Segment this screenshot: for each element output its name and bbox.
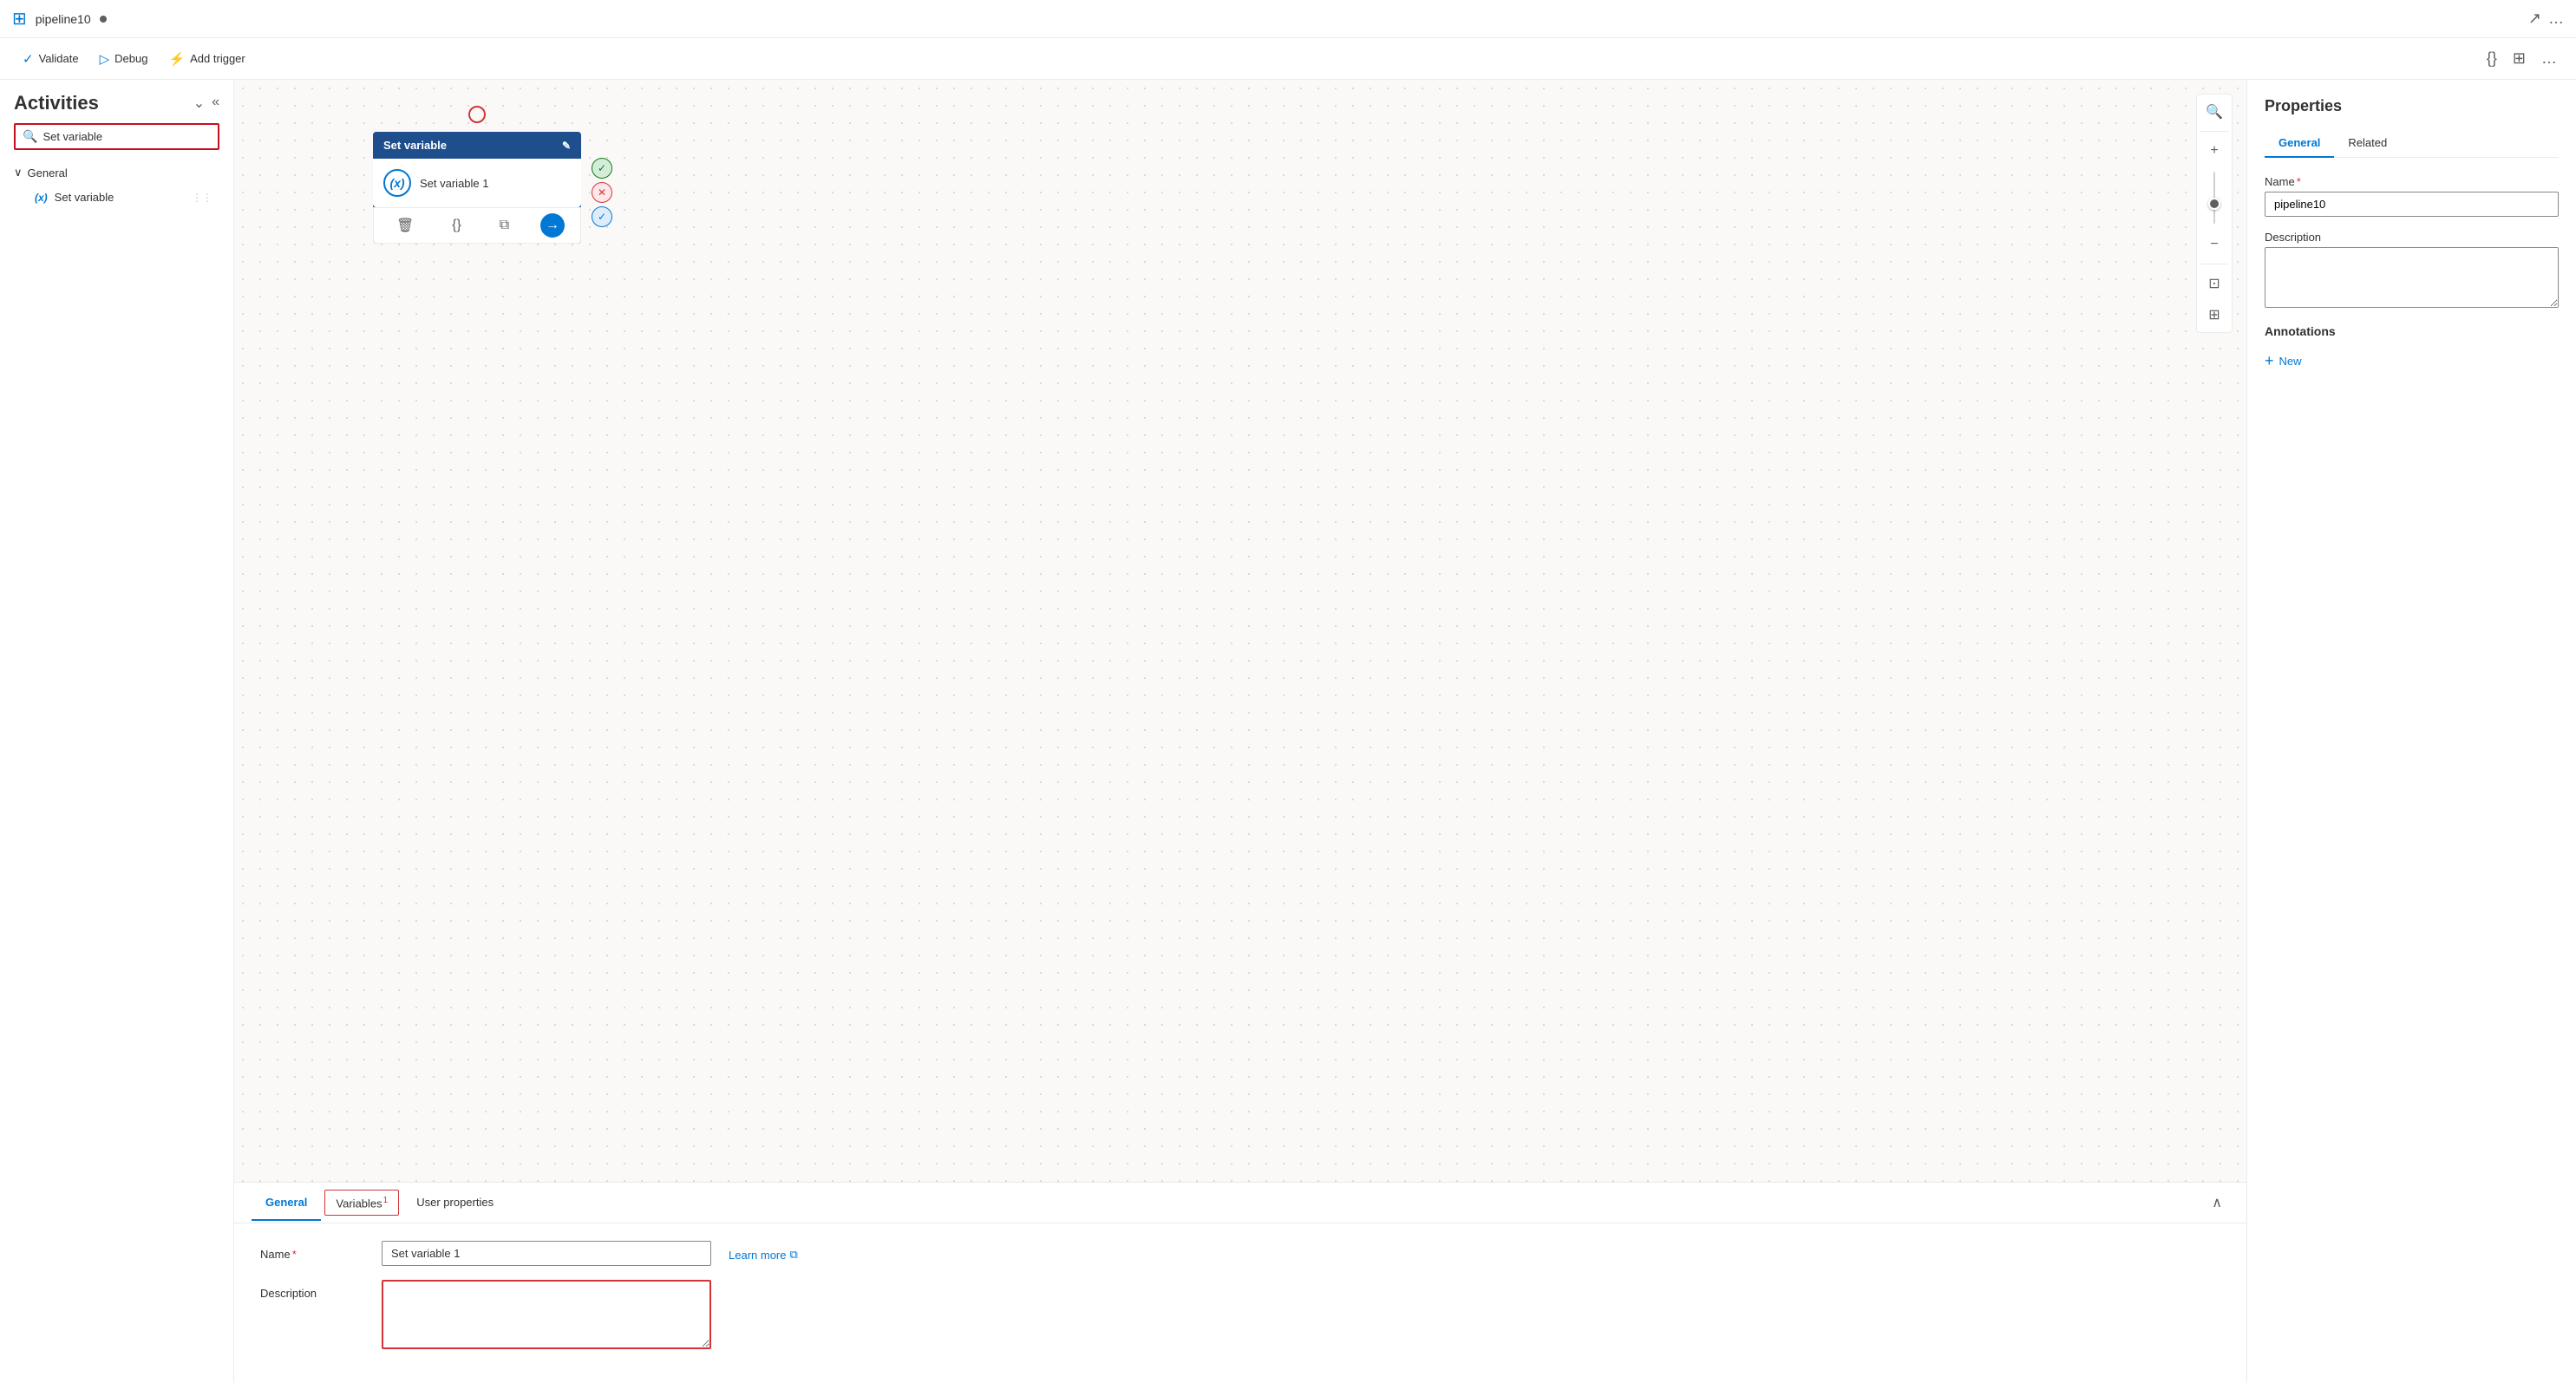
- properties-title: Properties: [2265, 97, 2559, 115]
- canvas-background: [234, 80, 2246, 1182]
- sidebar-header: Activities ⌄ «: [0, 80, 233, 123]
- activities-sidebar: Activities ⌄ « 🔍 ∨ General (x) Set varia…: [0, 80, 234, 1383]
- sidebar-section-general[interactable]: ∨ General: [0, 160, 233, 185]
- slider-track: [2213, 172, 2215, 224]
- activity-actions: 🗑 {} ⧉ →: [373, 207, 581, 244]
- delete-activity-button[interactable]: 🗑: [389, 213, 421, 238]
- sidebar-item-label: Set variable: [55, 191, 114, 204]
- start-dot: [468, 106, 486, 123]
- canvas-main[interactable]: Set variable ✎ (x) Set variable 1 🗑 {} ⧉…: [234, 80, 2246, 1182]
- grid-view-button[interactable]: ⊞: [2507, 46, 2531, 71]
- activity-node[interactable]: Set variable ✎ (x) Set variable 1 🗑 {} ⧉…: [373, 132, 581, 244]
- name-control: [382, 1241, 711, 1266]
- zoom-out-button[interactable]: −: [2200, 231, 2228, 258]
- activity-header-label: Set variable: [383, 139, 447, 152]
- collapse-panel-button[interactable]: ∧: [2205, 1191, 2229, 1215]
- activity-edit-icon[interactable]: ✎: [562, 140, 571, 152]
- bottom-panel: General Variables1 User properties ∧ Nam…: [234, 1182, 2246, 1383]
- code-activity-button[interactable]: {}: [445, 214, 468, 237]
- properties-panel: Properties General Related Name* Descrip…: [2246, 80, 2576, 1383]
- set-variable-icon: (x): [35, 192, 48, 204]
- props-description-label: Description: [2265, 231, 2559, 244]
- next-activity-button[interactable]: →: [540, 213, 565, 238]
- props-annotations-label: Annotations: [2265, 324, 2559, 338]
- node-side-actions: ✓ ✕ ✓: [592, 158, 612, 227]
- debug-button[interactable]: ▷ Debug: [91, 46, 157, 72]
- command-bar: ✓ Validate ▷ Debug ⚡ Add trigger {} ⊞ …: [0, 38, 2576, 80]
- add-annotation-button[interactable]: + New: [2265, 349, 2302, 374]
- name-label: Name*: [260, 1241, 364, 1261]
- activity-body-label: Set variable 1: [420, 177, 489, 190]
- props-description-textarea[interactable]: [2265, 247, 2559, 308]
- command-bar-right: {} ⊞ …: [2481, 46, 2562, 71]
- canvas-tools: 🔍 + − ⊡ ⊞: [2196, 94, 2233, 333]
- props-name-input[interactable]: [2265, 192, 2559, 217]
- activity-card[interactable]: Set variable ✎ (x) Set variable 1 🗑 {} ⧉…: [373, 132, 581, 244]
- add-trigger-button[interactable]: ⚡ Add trigger: [160, 46, 253, 72]
- description-textarea[interactable]: [382, 1280, 711, 1349]
- learn-more-link[interactable]: Learn more ⧉: [729, 1241, 798, 1262]
- app-icon: ⊞: [12, 8, 27, 29]
- zoom-slider[interactable]: [2200, 168, 2228, 227]
- search-canvas-button[interactable]: 🔍: [2200, 98, 2228, 126]
- search-box[interactable]: 🔍: [14, 123, 219, 150]
- description-control: [382, 1280, 711, 1352]
- copy-activity-button[interactable]: ⧉: [493, 214, 516, 237]
- success-btn[interactable]: ✓: [592, 158, 612, 179]
- props-tab-related[interactable]: Related: [2334, 129, 2401, 158]
- sidebar-actions: ⌄ «: [193, 95, 219, 112]
- sidebar-item-set-variable[interactable]: (x) Set variable ⋮⋮: [7, 186, 226, 209]
- tab-variables-label: Variables: [336, 1197, 382, 1210]
- zoom-in-button[interactable]: +: [2200, 137, 2228, 165]
- activity-card-body: (x) Set variable 1: [373, 159, 581, 207]
- section-label: General: [28, 166, 68, 179]
- search-icon: 🔍: [23, 129, 37, 144]
- plus-icon: +: [2265, 352, 2274, 370]
- activity-card-header: Set variable ✎: [373, 132, 581, 159]
- validate-icon: ✓: [23, 51, 34, 67]
- layout-button[interactable]: ⊞: [2200, 301, 2228, 329]
- title-bar: ⊞ pipeline10 ↗ …: [0, 0, 2576, 38]
- bottom-panel-tabs: General Variables1 User properties ∧: [234, 1183, 2246, 1223]
- external-link-icon: ⧉: [789, 1248, 797, 1262]
- collapse-icon[interactable]: ⌄: [193, 95, 205, 112]
- expand-icon[interactable]: ↗: [2528, 10, 2541, 28]
- unsaved-indicator: [100, 16, 107, 23]
- search-input[interactable]: [42, 130, 211, 143]
- more-options-button[interactable]: …: [2536, 46, 2562, 71]
- title-actions: ↗ …: [2528, 10, 2564, 28]
- sidebar-title: Activities: [14, 92, 99, 114]
- fit-view-button[interactable]: ⊡: [2200, 270, 2228, 297]
- activity-body-icon: (x): [383, 169, 411, 197]
- name-form-row: Name* Learn more ⧉: [260, 1241, 2220, 1266]
- description-form-row: Description: [260, 1280, 2220, 1352]
- canvas-area: Set variable ✎ (x) Set variable 1 🗑 {} ⧉…: [234, 80, 2246, 1383]
- props-tab-general[interactable]: General: [2265, 129, 2334, 158]
- properties-tabs: General Related: [2265, 129, 2559, 158]
- name-input[interactable]: [382, 1241, 711, 1266]
- pipeline-name: pipeline10: [36, 12, 91, 26]
- section-chevron-icon: ∨: [14, 166, 23, 179]
- hide-sidebar-icon[interactable]: «: [212, 95, 219, 112]
- divider: [2200, 131, 2228, 132]
- description-label: Description: [260, 1280, 364, 1300]
- debug-icon: ▷: [100, 51, 110, 67]
- props-name-label: Name*: [2265, 175, 2559, 188]
- complete-btn[interactable]: ✓: [592, 206, 612, 227]
- drag-handle-icon: ⋮⋮: [192, 192, 212, 204]
- fail-btn[interactable]: ✕: [592, 182, 612, 203]
- validate-button[interactable]: ✓ Validate: [14, 46, 88, 72]
- bottom-panel-content: Name* Learn more ⧉ Description: [234, 1223, 2246, 1383]
- trigger-icon: ⚡: [168, 51, 185, 67]
- more-icon[interactable]: …: [2548, 10, 2564, 28]
- main-layout: Activities ⌄ « 🔍 ∨ General (x) Set varia…: [0, 80, 2576, 1383]
- tab-variables[interactable]: Variables1: [324, 1190, 399, 1216]
- tab-user-properties[interactable]: User properties: [402, 1185, 507, 1221]
- code-view-button[interactable]: {}: [2481, 46, 2502, 71]
- tab-general[interactable]: General: [252, 1185, 321, 1221]
- slider-thumb[interactable]: [2208, 198, 2220, 210]
